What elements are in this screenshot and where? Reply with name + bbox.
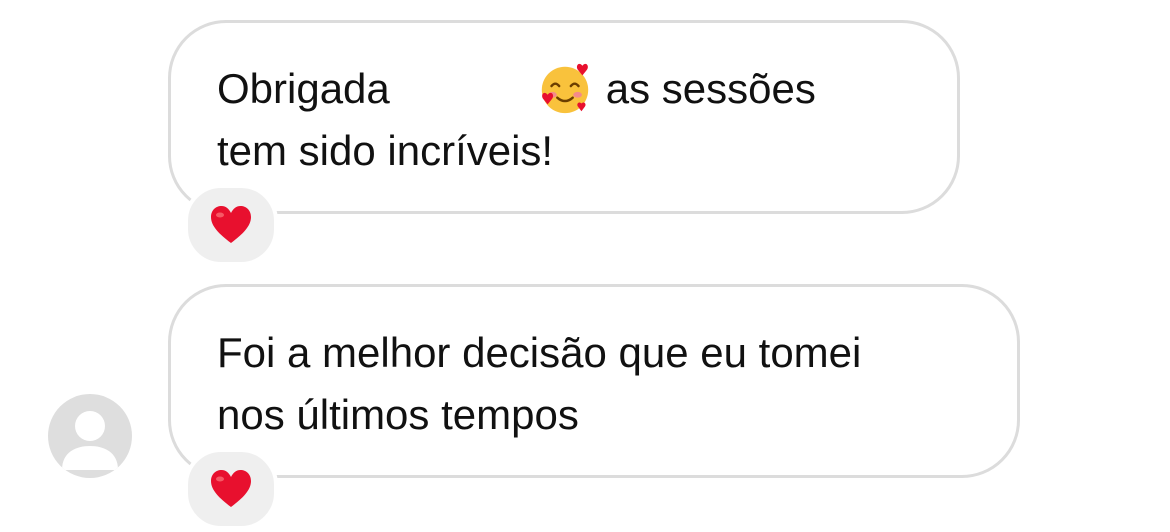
message-2-line-1: Foi a melhor decisão que eu tomei bbox=[217, 329, 862, 376]
heart-icon bbox=[211, 206, 251, 243]
redacted-name bbox=[397, 67, 528, 111]
message-2-reaction[interactable] bbox=[184, 448, 278, 530]
message-1-text-start: Obrigada bbox=[217, 65, 390, 112]
avatar[interactable] bbox=[48, 394, 132, 478]
message-bubble-1[interactable]: Obrigada as sessões tem sido incríveis! bbox=[168, 20, 960, 214]
message-1-text-end: as sessões bbox=[605, 65, 816, 112]
person-icon bbox=[62, 411, 118, 470]
message-bubble-2[interactable]: Foi a melhor decisão que eu tomei nos úl… bbox=[168, 284, 1020, 478]
message-1-reaction[interactable] bbox=[184, 184, 278, 266]
message-2-line-2: nos últimos tempos bbox=[217, 391, 579, 438]
heart-icon bbox=[211, 470, 251, 507]
message-1-line-1: Obrigada as sessões bbox=[217, 58, 911, 120]
message-1-line-2: tem sido incríveis! bbox=[217, 127, 554, 174]
smiling-face-with-hearts-icon bbox=[541, 63, 588, 114]
